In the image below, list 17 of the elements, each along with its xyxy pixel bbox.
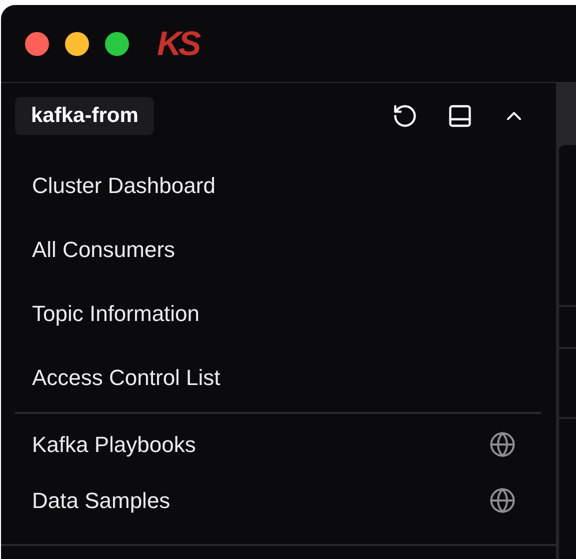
- refresh-icon: [392, 103, 418, 129]
- app-logo: KS: [157, 26, 198, 60]
- zoom-button[interactable]: [105, 32, 129, 56]
- globe-icon: [489, 430, 516, 458]
- nav-item[interactable]: Access Control List: [1, 345, 556, 409]
- globe-icon: [489, 486, 516, 514]
- external-link[interactable]: Kafka Playbooks: [1, 416, 556, 472]
- minimize-button[interactable]: [65, 32, 89, 56]
- nav-item[interactable]: Topic Information: [1, 281, 556, 345]
- panel-toggle-button[interactable]: [447, 103, 473, 129]
- panel-icon: [447, 103, 473, 129]
- refresh-button[interactable]: [392, 103, 418, 129]
- workspace-name[interactable]: kafka-from: [15, 97, 154, 135]
- nav-item[interactable]: Cluster Dashboard: [1, 153, 556, 217]
- close-button[interactable]: [25, 32, 49, 56]
- nav-item[interactable]: All Consumers: [1, 217, 556, 281]
- external-link[interactable]: Data Samples: [1, 472, 556, 528]
